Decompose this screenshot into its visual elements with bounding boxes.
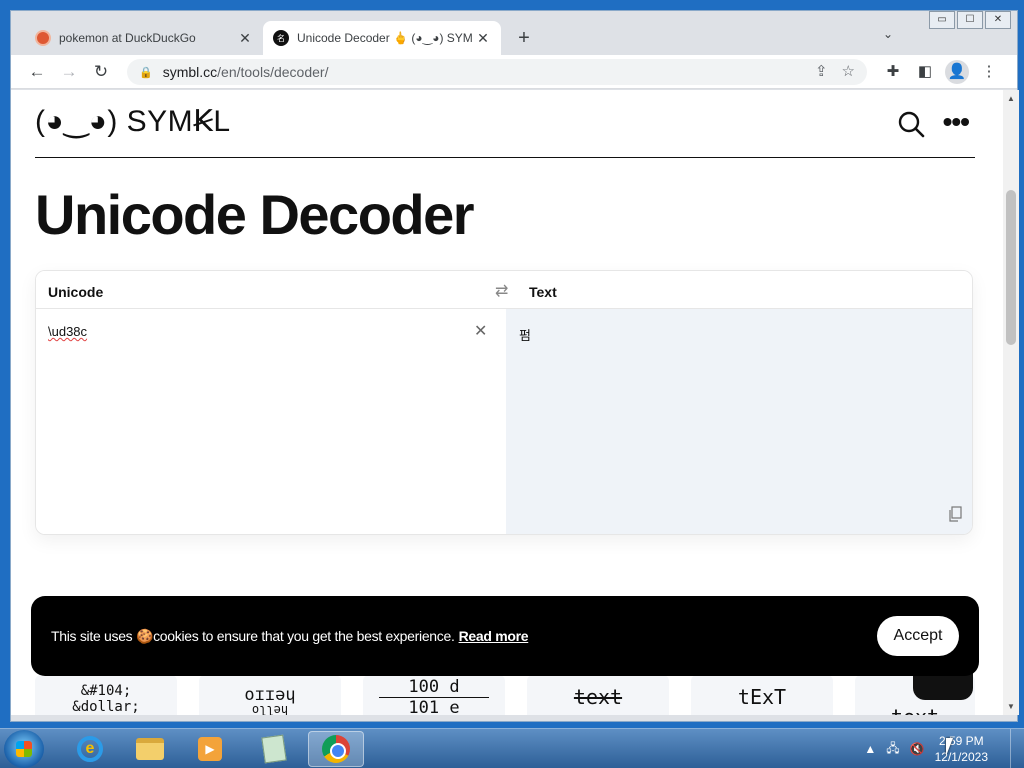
clock-date: 12/1/2023 bbox=[934, 750, 988, 764]
decoder-panel: Unicode \ud38c ✕ Text 펌 ⇄ bbox=[35, 270, 973, 535]
taskbar-ie[interactable]: e bbox=[62, 731, 118, 767]
browser-toolbar: ← → ↻ 🔒 symbl.cc/en/tools/decoder/ ⇪ ☆ ✚… bbox=[11, 55, 1017, 89]
side-panel-icon[interactable]: ◧ bbox=[913, 60, 937, 84]
omnibox-actions: ⇪ ☆ bbox=[815, 62, 855, 80]
maximize-button[interactable]: ☐ bbox=[957, 11, 983, 29]
tool-card-binary[interactable]: 100 d 101 e bbox=[363, 675, 505, 715]
chrome-icon bbox=[322, 735, 350, 763]
tools-cards: &#104; &dollar; oɪɪǝɥ hello 100 d 101 e … bbox=[35, 675, 975, 715]
symbl-favicon-icon: 名 bbox=[273, 30, 289, 46]
url-host: symbl.cc bbox=[162, 64, 218, 80]
page-viewport: (◕‿◕) SYMꞢL ••• Unicode Decoder Unicode … bbox=[11, 90, 1003, 715]
more-menu-icon[interactable]: ••• bbox=[943, 106, 970, 138]
reload-icon[interactable]: ↻ bbox=[89, 60, 113, 84]
back-icon[interactable]: ← bbox=[25, 60, 49, 84]
text-output[interactable]: 펌 bbox=[519, 325, 531, 344]
network-icon[interactable]: 🖧 bbox=[886, 739, 899, 760]
tab-close-icon[interactable]: ✕ bbox=[237, 30, 253, 47]
tool-card-alternating-case[interactable]: tExT bbox=[691, 675, 833, 715]
windows-logo-icon bbox=[16, 741, 32, 757]
tab-close-icon[interactable]: ✕ bbox=[475, 30, 491, 47]
tab-search-icon[interactable]: ⌄ bbox=[883, 27, 893, 41]
tray-expand-icon[interactable]: ▲ bbox=[864, 742, 876, 756]
copy-icon[interactable] bbox=[948, 506, 962, 522]
clock[interactable]: 2:59 PM 12/1/2023 bbox=[935, 733, 988, 765]
tab-title: Unicode Decoder 🖕 (◕‿◕) SYM bbox=[297, 31, 473, 45]
internet-explorer-icon: e bbox=[77, 736, 103, 762]
unicode-input[interactable]: \ud38c bbox=[48, 324, 87, 339]
url-path: /en/tools/decoder/ bbox=[217, 64, 329, 80]
lock-icon: 🔒 bbox=[139, 66, 153, 79]
tool-card-strikethrough[interactable]: text bbox=[527, 675, 669, 715]
bookmark-star-icon[interactable]: ☆ bbox=[842, 62, 855, 80]
clear-input-icon[interactable]: ✕ bbox=[474, 321, 487, 341]
read-more-link[interactable]: Read more bbox=[459, 628, 529, 644]
cookie-banner: This site uses 🍪cookies to ensure that y… bbox=[31, 596, 979, 676]
card-line: tExT bbox=[737, 685, 787, 709]
scroll-down-icon[interactable]: ▼ bbox=[1007, 702, 1015, 711]
unicode-pane: Unicode \ud38c ✕ bbox=[36, 271, 506, 534]
browser-window: pokemon at DuckDuckGo ✕ 名 Unicode Decode… bbox=[10, 10, 1019, 722]
windows-taskbar: e ▶ ▲ 🖧 🔇 2:59 PM 12/1/2023 bbox=[0, 728, 1024, 768]
taskbar-explorer[interactable] bbox=[122, 731, 178, 767]
search-icon[interactable] bbox=[897, 110, 925, 138]
text-label: Text bbox=[506, 271, 972, 309]
notepad-icon bbox=[261, 734, 287, 764]
folder-icon bbox=[136, 738, 164, 760]
forward-icon[interactable]: → bbox=[57, 60, 81, 84]
tool-card-html-entities[interactable]: &#104; &dollar; bbox=[35, 675, 177, 715]
tab-title: pokemon at DuckDuckGo bbox=[59, 31, 196, 45]
tab-duckduckgo[interactable]: pokemon at DuckDuckGo ✕ bbox=[25, 21, 263, 55]
taskbar-notepad[interactable] bbox=[246, 731, 302, 767]
duckduckgo-favicon-icon bbox=[35, 30, 51, 46]
tool-card-upside-down[interactable]: oɪɪǝɥ hello bbox=[199, 675, 341, 715]
tab-strip: pokemon at DuckDuckGo ✕ 名 Unicode Decode… bbox=[11, 11, 1017, 55]
close-window-button[interactable]: ✕ bbox=[985, 11, 1011, 29]
card-line: 100 d bbox=[408, 677, 460, 697]
chrome-menu-icon[interactable]: ⋮ bbox=[977, 60, 1001, 84]
card-line: oɪɪǝɥ bbox=[244, 685, 296, 705]
unicode-label: Unicode bbox=[36, 271, 506, 309]
window-controls: ▭ ☐ ✕ bbox=[927, 11, 1011, 29]
taskbar-media-player[interactable]: ▶ bbox=[182, 731, 238, 767]
site-logo[interactable]: (◕‿◕) SYMꞢL bbox=[35, 104, 231, 139]
cookie-text: This site uses 🍪cookies to ensure that y… bbox=[51, 628, 455, 644]
tab-unicode-decoder[interactable]: 名 Unicode Decoder 🖕 (◕‿◕) SYM ✕ bbox=[263, 21, 501, 55]
card-line: &dollar; bbox=[72, 699, 140, 715]
accept-cookies-button[interactable]: Accept bbox=[877, 616, 959, 656]
extensions-icon[interactable]: ✚ bbox=[881, 60, 905, 84]
mouse-cursor-icon bbox=[946, 738, 953, 756]
profile-avatar-icon[interactable]: 👤 bbox=[945, 60, 969, 84]
start-button[interactable] bbox=[4, 730, 44, 768]
swap-direction-icon[interactable]: ⇄ bbox=[495, 281, 508, 301]
scroll-up-icon[interactable]: ▲ bbox=[1007, 94, 1015, 103]
scrollbar-thumb[interactable] bbox=[1006, 190, 1016, 345]
show-desktop-button[interactable] bbox=[1010, 729, 1024, 768]
new-tab-button[interactable]: + bbox=[511, 25, 537, 51]
card-line: &#104; bbox=[80, 683, 132, 699]
text-pane: Text 펌 bbox=[506, 271, 972, 534]
card-line: hello bbox=[251, 705, 289, 715]
card-line: 101 e bbox=[379, 697, 489, 715]
volume-muted-icon[interactable]: 🔇 bbox=[910, 742, 925, 756]
site-header: (◕‿◕) SYMꞢL ••• bbox=[35, 90, 975, 158]
system-tray: ▲ 🖧 🔇 2:59 PM 12/1/2023 bbox=[864, 729, 988, 768]
cookie-message: This site uses 🍪cookies to ensure that y… bbox=[51, 628, 529, 645]
page-title: Unicode Decoder bbox=[35, 183, 475, 246]
clock-time: 2:59 PM bbox=[938, 734, 984, 748]
minimize-button[interactable]: ▭ bbox=[929, 11, 955, 29]
taskbar-chrome[interactable] bbox=[308, 731, 364, 767]
card-line: text bbox=[573, 685, 623, 709]
page-scrollbar[interactable]: ▲ ▼ bbox=[1003, 90, 1019, 715]
address-bar[interactable]: 🔒 symbl.cc/en/tools/decoder/ ⇪ ☆ bbox=[127, 59, 867, 85]
media-player-icon: ▶ bbox=[198, 737, 222, 761]
share-icon[interactable]: ⇪ bbox=[815, 62, 828, 80]
